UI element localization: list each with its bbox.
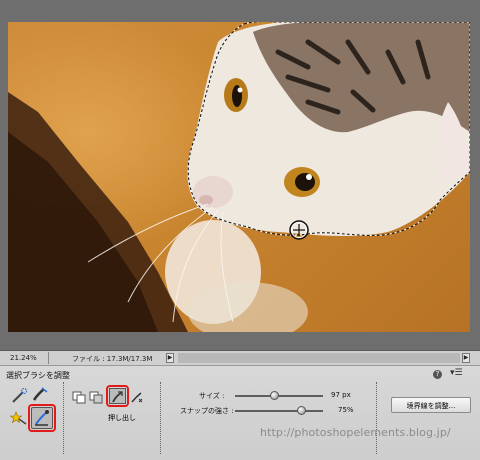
subtract-mode-icon[interactable]: [89, 389, 103, 404]
file-size-info: ファイル : 17.3M/17.3M: [72, 355, 153, 363]
snap-slider-thumb[interactable]: [296, 406, 306, 415]
divider: [160, 382, 161, 454]
status-menu-arrow-icon[interactable]: ▶: [166, 353, 174, 363]
size-value[interactable]: 97 px: [331, 391, 351, 399]
size-label: サイズ :: [199, 392, 225, 400]
status-divider: [48, 352, 49, 364]
tool-options-panel: 選択ブラシを調整 ? ▾☰: [0, 366, 480, 460]
scroll-right-arrow-icon[interactable]: ▶: [462, 353, 470, 363]
horizontal-scrollbar[interactable]: [178, 353, 460, 363]
watermark-url: http://photoshopelements.blog.jp/: [260, 426, 451, 439]
divider: [376, 382, 377, 454]
pull-in-mode-icon[interactable]: [130, 389, 144, 403]
snap-strength-value[interactable]: 75%: [338, 406, 354, 414]
canvas-area: [0, 0, 480, 350]
divider: [63, 382, 64, 454]
kitten-image: [8, 22, 470, 332]
mode-label: 押し出し: [108, 414, 136, 422]
zoom-level[interactable]: 21.24%: [10, 354, 37, 362]
refine-edge-button[interactable]: 境界線を調整...: [391, 397, 471, 413]
snap-strength-label: スナップの強さ :: [180, 407, 234, 415]
highlight-ring: [106, 385, 129, 407]
add-mode-icon[interactable]: [72, 389, 86, 404]
help-icon[interactable]: ?: [433, 370, 442, 379]
magic-wand-tool-icon[interactable]: [9, 409, 27, 425]
panel-menu-icon[interactable]: ▾☰: [450, 368, 463, 378]
snap-slider-track[interactable]: [235, 410, 323, 412]
selection-brush-tool-icon[interactable]: [32, 386, 50, 402]
tool-options-title: 選択ブラシを調整: [6, 371, 70, 380]
highlight-ring: [28, 404, 56, 432]
photo-canvas[interactable]: [8, 22, 470, 332]
quick-selection-tool-icon[interactable]: [10, 387, 28, 404]
status-bar: 21.24% ファイル : 17.3M/17.3M ▶ ▶: [0, 350, 480, 366]
